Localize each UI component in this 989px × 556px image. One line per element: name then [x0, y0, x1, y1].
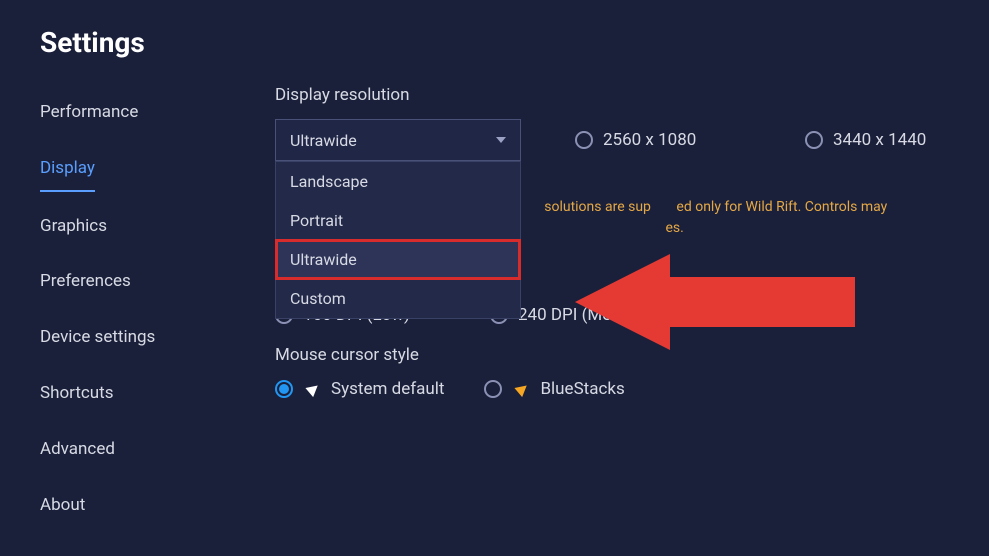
resolution-label: Display resolution	[275, 85, 959, 105]
sidebar-item-advanced[interactable]: Advanced	[40, 429, 115, 471]
dropdown-option-ultrawide[interactable]: Ultrawide	[276, 240, 520, 279]
sidebar-item-performance[interactable]: Performance	[40, 92, 138, 134]
radio-icon	[275, 380, 293, 398]
cursor-option-system[interactable]: System default	[275, 379, 444, 399]
resolution-dropdown-menu: Landscape Portrait Ultrawide Custom	[275, 161, 521, 319]
ultrawide-warning: 80 solutions are supported only for Wild…	[525, 197, 959, 239]
chevron-down-icon	[496, 137, 506, 143]
sidebar-item-about[interactable]: About	[40, 485, 85, 527]
cursor-option-bluestacks[interactable]: BlueStacks	[484, 379, 624, 399]
sidebar-item-shortcuts[interactable]: Shortcuts	[40, 373, 114, 415]
cursor-white-icon	[305, 381, 321, 397]
dropdown-option-custom[interactable]: Custom	[276, 279, 520, 318]
radio-icon	[805, 131, 823, 149]
sidebar: Performance Display Graphics Preferences…	[0, 85, 275, 533]
sidebar-item-preferences[interactable]: Preferences	[40, 261, 131, 303]
sidebar-item-display[interactable]: Display	[40, 148, 95, 192]
dropdown-option-landscape[interactable]: Landscape	[276, 162, 520, 201]
sidebar-item-graphics[interactable]: Graphics	[40, 206, 107, 248]
cursor-orange-icon	[515, 381, 531, 397]
resolution-option-label: 2560 x 1080	[603, 130, 696, 150]
cursor-option-label: BlueStacks	[540, 379, 624, 399]
dpi-option-label: 240 DPI (Medium)	[518, 305, 655, 325]
dropdown-selected-value: Ultrawide	[290, 131, 357, 150]
resolution-option-2560[interactable]: 2560 x 1080	[575, 130, 775, 150]
dpi-option-320[interactable]: 320 DPI (High)	[705, 305, 844, 325]
sidebar-item-device-settings[interactable]: Device settings	[40, 317, 155, 359]
resolution-option-3440[interactable]: 3440 x 1440	[805, 130, 926, 150]
cursor-label: Mouse cursor style	[275, 345, 959, 365]
dpi-option-240[interactable]: 240 DPI (Medium)	[490, 305, 705, 325]
page-title: Settings	[0, 0, 989, 59]
radio-icon	[575, 131, 593, 149]
cursor-option-label: System default	[331, 379, 444, 399]
resolution-dropdown[interactable]: Ultrawide	[275, 119, 521, 161]
resolution-option-label: 3440 x 1440	[833, 130, 926, 150]
dpi-option-label: 320 DPI (High)	[733, 305, 844, 325]
radio-icon	[705, 306, 723, 324]
radio-icon	[484, 380, 502, 398]
dropdown-option-portrait[interactable]: Portrait	[276, 201, 520, 240]
content: Display resolution Ultrawide Landscape P…	[275, 85, 989, 533]
